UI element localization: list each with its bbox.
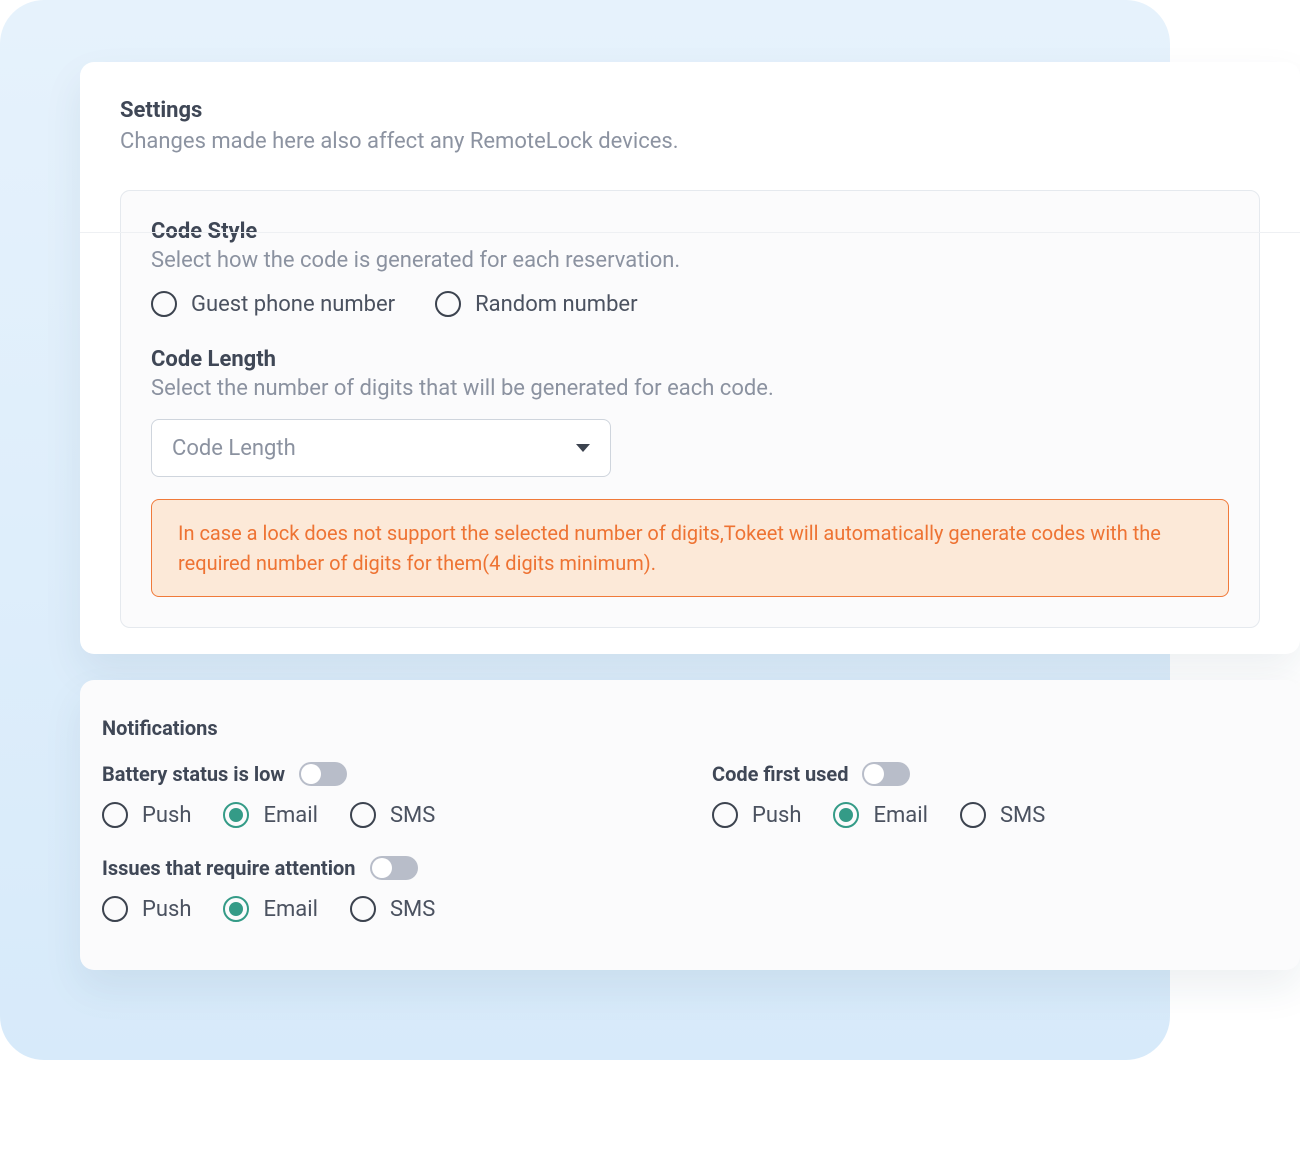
code-settings-card: Code Style Select how the code is genera…: [120, 190, 1260, 628]
radio-icon: [350, 802, 376, 828]
radio-label: Random number: [475, 292, 637, 317]
notification-item-battery-low: Battery status is low Push Email SMS: [102, 762, 712, 828]
notification-item-code-first-used: Code first used Push Email SMS: [712, 762, 1278, 828]
radio-label: Push: [752, 803, 801, 828]
chevron-down-icon: [576, 444, 590, 452]
settings-panel: Settings Changes made here also affect a…: [80, 62, 1300, 654]
code-style-subtitle: Select how the code is generated for eac…: [151, 248, 1229, 273]
settings-subtitle: Changes made here also affect any Remote…: [120, 129, 1260, 154]
radio-icon: [102, 896, 128, 922]
radio-email[interactable]: Email: [223, 896, 317, 922]
channel-row: Push Email SMS: [102, 896, 712, 922]
toggle-issues[interactable]: [370, 856, 418, 880]
divider: [80, 232, 1300, 233]
radio-label: Push: [142, 897, 191, 922]
radio-push[interactable]: Push: [102, 896, 191, 922]
radio-label: Push: [142, 803, 191, 828]
toggle-knob: [301, 764, 321, 784]
code-length-title: Code Length: [151, 347, 1229, 372]
radio-icon: [960, 802, 986, 828]
code-style-options: Guest phone number Random number: [151, 291, 1229, 317]
toggle-knob: [864, 764, 884, 784]
radio-icon: [350, 896, 376, 922]
toggle-battery-low[interactable]: [299, 762, 347, 786]
radio-icon: [151, 291, 177, 317]
toggle-code-first-used[interactable]: [862, 762, 910, 786]
channel-row: Push Email SMS: [712, 802, 1278, 828]
code-length-subtitle: Select the number of digits that will be…: [151, 376, 1229, 401]
notifications-title: Notifications: [102, 716, 1278, 740]
radio-email[interactable]: Email: [223, 802, 317, 828]
radio-random-number[interactable]: Random number: [435, 291, 637, 317]
radio-icon: [223, 802, 249, 828]
radio-label: Email: [263, 803, 317, 828]
radio-icon: [435, 291, 461, 317]
notifications-panel: Notifications Battery status is low Push…: [80, 680, 1300, 970]
toggle-knob: [372, 858, 392, 878]
radio-icon: [102, 802, 128, 828]
radio-label: SMS: [390, 897, 435, 922]
notification-item-issues: Issues that require attention Push Email…: [102, 856, 712, 922]
radio-push[interactable]: Push: [102, 802, 191, 828]
radio-push[interactable]: Push: [712, 802, 801, 828]
code-length-select[interactable]: Code Length: [151, 419, 611, 477]
radio-email[interactable]: Email: [833, 802, 927, 828]
radio-sms[interactable]: SMS: [350, 896, 435, 922]
radio-icon: [712, 802, 738, 828]
code-length-alert: In case a lock does not support the sele…: [151, 499, 1229, 597]
radio-label: Guest phone number: [191, 292, 395, 317]
radio-label: Email: [873, 803, 927, 828]
settings-title: Settings: [120, 98, 1260, 123]
radio-label: Email: [263, 897, 317, 922]
notifications-grid: Battery status is low Push Email SMS: [102, 762, 1278, 922]
radio-icon: [833, 802, 859, 828]
radio-icon: [223, 896, 249, 922]
channel-row: Push Email SMS: [102, 802, 712, 828]
notification-item-title: Issues that require attention: [102, 856, 356, 880]
radio-guest-phone-number[interactable]: Guest phone number: [151, 291, 395, 317]
notification-item-title: Battery status is low: [102, 762, 285, 786]
notification-item-title: Code first used: [712, 762, 848, 786]
select-placeholder: Code Length: [172, 436, 296, 461]
radio-label: SMS: [1000, 803, 1045, 828]
radio-label: SMS: [390, 803, 435, 828]
radio-sms[interactable]: SMS: [960, 802, 1045, 828]
radio-sms[interactable]: SMS: [350, 802, 435, 828]
